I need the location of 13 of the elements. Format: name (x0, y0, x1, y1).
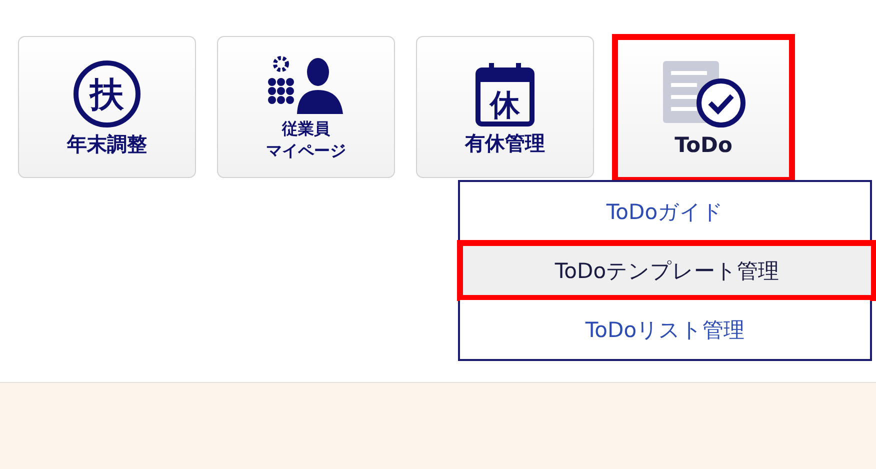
button-label: マイページ (266, 142, 346, 160)
button-label: 年末調整 (67, 132, 147, 156)
button-label: ToDo (674, 133, 732, 158)
button-label: 有休管理 (465, 132, 545, 154)
circled-character-icon: 扶 (72, 58, 142, 128)
toolbar-button[interactable]: 扶 年末調整 (18, 36, 196, 178)
toolbar-button[interactable]: 休 有休管理 (416, 36, 594, 178)
toolbar-button[interactable]: 従業員 マイページ (217, 36, 395, 178)
checklist-icon (660, 59, 746, 130)
menu-item[interactable]: ToDoテンプレート管理 (458, 241, 876, 300)
toolbar-button[interactable]: ToDo (612, 34, 795, 183)
gear-and-person-icon (267, 54, 345, 116)
button-label: 従業員 (282, 120, 330, 138)
